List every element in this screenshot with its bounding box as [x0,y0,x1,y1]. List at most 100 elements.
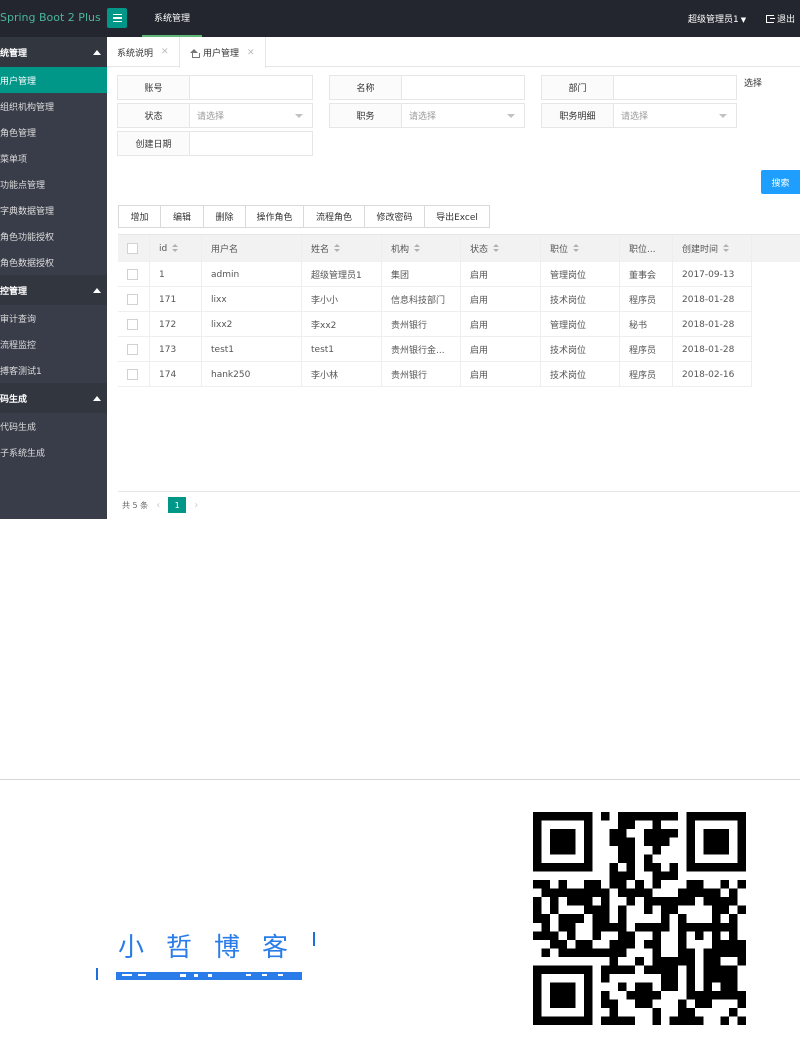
row-checkbox[interactable] [127,269,138,280]
col-header-label: 状态 [470,245,489,255]
prev-page-icon[interactable]: ‹ [156,500,160,511]
user-table: id 用户名 姓名 机构 状态 职位 职位... 创建时间 1 admin 超级… [118,234,800,492]
cell-created-time: 2018-01-28 [673,287,752,312]
dropdown-arrow-icon [295,114,303,118]
created-date-input-box[interactable] [197,132,312,155]
table-row[interactable]: 173 test1 test1 贵州银行金... 启用 技术岗位 程序员 201… [118,337,752,362]
sidebar-item-subsystem-generation[interactable]: 子系统生成 [0,439,107,465]
next-page-icon[interactable]: › [194,500,198,511]
sidebar-item-function-management[interactable]: 功能点管理 [0,171,107,197]
delete-button[interactable]: 删除 [204,206,246,227]
job-detail-placeholder: 请选择 [621,112,649,122]
operate-role-button[interactable]: 操作角色 [246,206,304,227]
row-checkbox-cell [118,312,150,337]
row-checkbox[interactable] [127,294,138,305]
col-header-status[interactable]: 状态 [461,235,541,262]
sort-icon[interactable] [723,244,730,253]
dept-field: 部门 [541,75,737,100]
col-header-id[interactable]: id [150,235,202,262]
sort-icon[interactable] [334,244,341,253]
sidebar-item-org-management[interactable]: 组织机构管理 [0,93,107,119]
sort-icon[interactable] [172,244,179,253]
col-header-org[interactable]: 机构 [382,235,461,262]
job-select[interactable]: 请选择 [402,104,524,127]
user-name: 超级管理员1 [688,15,739,25]
sidebar-item-menu[interactable]: 菜单项 [0,145,107,171]
sort-icon[interactable] [573,244,580,253]
col-header-position[interactable]: 职位 [541,235,620,262]
row-checkbox[interactable] [127,369,138,380]
export-excel-button[interactable]: 导出Excel [425,206,489,227]
menu-toggle-icon[interactable] [107,8,127,28]
cell-org: 贵州银行 [382,312,461,337]
edit-button[interactable]: 编辑 [161,206,204,227]
sidebar-item-blog-test[interactable]: 搏客测试1 [0,357,107,383]
cell-id: 172 [150,312,202,337]
sidebar-item-workflow-monitor[interactable]: 流程监控 [0,331,107,357]
cell-org: 贵州银行 [382,362,461,387]
sidebar-item-user-management[interactable]: 用户管理 [0,67,107,93]
cell-username: lixx2 [202,312,302,337]
tab-bar: 系统说明 ✕ 用户管理 ✕ [107,37,800,68]
col-header-label: 姓名 [311,245,330,255]
sidebar-group-monitor[interactable]: 控管理 [0,275,107,305]
row-checkbox[interactable] [127,344,138,355]
tab-system-intro[interactable]: 系统说明 ✕ [117,37,169,67]
sidebar-item-code-generation[interactable]: 代码生成 [0,413,107,439]
account-field: 账号 [117,75,313,100]
close-icon[interactable]: ✕ [247,48,255,58]
cell-id: 174 [150,362,202,387]
workflow-role-button[interactable]: 流程角色 [304,206,365,227]
row-checkbox[interactable] [127,319,138,330]
job-placeholder: 请选择 [409,112,437,122]
topnav-system-management[interactable]: 系统管理 [142,0,203,37]
table-row[interactable]: 172 lixx2 李xx2 贵州银行 启用 管理岗位 秘书 2018-01-2… [118,312,752,337]
table-row[interactable]: 174 hank250 李小林 贵州银行 启用 技术岗位 程序员 2018-02… [118,362,752,387]
created-date-input[interactable] [190,132,312,155]
user-menu[interactable]: 超级管理员1 ▼ [688,12,746,25]
dept-input-box[interactable] [621,76,736,99]
dept-select-link[interactable]: 选择 [744,76,762,89]
row-checkbox-cell [118,262,150,287]
created-date-label: 创建日期 [118,132,190,155]
dept-input[interactable] [614,76,736,99]
cell-name: 超级管理员1 [302,262,382,287]
logout-button[interactable]: 退出 [766,12,795,25]
sidebar-item-dictionary[interactable]: 字典数据管理 [0,197,107,223]
status-select[interactable]: 请选择 [190,104,312,127]
select-all-checkbox[interactable] [127,243,138,254]
sort-icon[interactable] [414,244,421,253]
sidebar-item-role-function-auth[interactable]: 角色功能授权 [0,223,107,249]
app-brand[interactable]: Spring Boot 2 Plus [0,11,101,24]
sidebar-item-role-management[interactable]: 角色管理 [0,119,107,145]
add-button[interactable]: 增加 [119,206,161,227]
table-row[interactable]: 1 admin 超级管理员1 集团 启用 管理岗位 董事会 2017-09-13 [118,262,752,287]
tab-user-management[interactable]: 用户管理 ✕ [179,37,266,68]
home-icon [190,48,200,58]
current-page-button[interactable]: 1 [168,497,187,513]
close-icon[interactable]: ✕ [161,47,169,57]
tab-label: 系统说明 [117,48,154,59]
cell-name: test1 [302,337,382,362]
sidebar-group-system[interactable]: 统管理 [0,37,107,67]
col-header-name[interactable]: 姓名 [302,235,382,262]
qr-code-image [533,812,746,1025]
account-input-box[interactable] [197,76,312,99]
table-row[interactable]: 171 lixx 李小小 信息科技部门 启用 技术岗位 程序员 2018-01-… [118,287,752,312]
col-header-created-time[interactable]: 创建时间 [673,235,752,262]
account-input[interactable] [190,76,312,99]
cell-status: 启用 [461,312,541,337]
name-input-box[interactable] [409,76,524,99]
job-detail-select[interactable]: 请选择 [614,104,736,127]
sidebar-group-codegen[interactable]: 码生成 [0,383,107,413]
search-button[interactable]: 搜索 [761,170,800,194]
sidebar-item-audit[interactable]: 审计查询 [0,305,107,331]
sort-icon[interactable] [493,244,500,253]
sidebar-item-role-data-auth[interactable]: 角色数据授权 [0,249,107,275]
blog-logo: 小哲博客 [96,926,318,982]
blog-name: 小哲博客 [118,933,310,963]
cell-id: 171 [150,287,202,312]
name-input[interactable] [402,76,524,99]
change-password-button[interactable]: 修改密码 [365,206,425,227]
col-header-label: 职位... [629,245,656,255]
